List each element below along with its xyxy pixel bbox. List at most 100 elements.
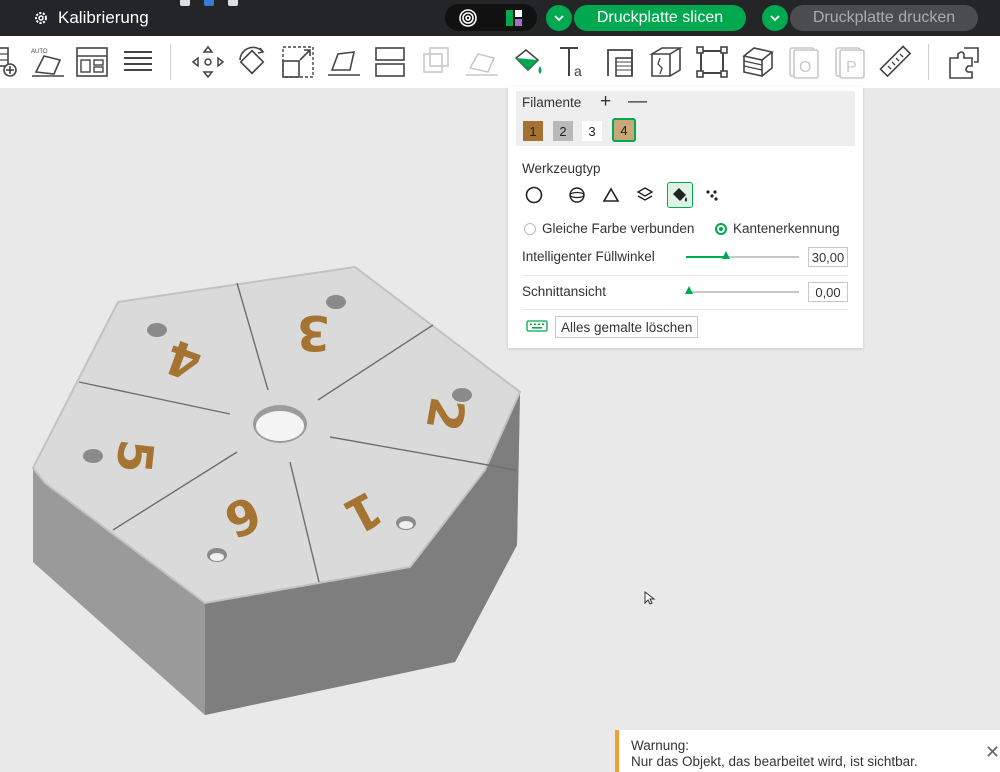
erase-all-button[interactable]: Alles gemalte löschen	[555, 316, 699, 338]
chevron-down-icon	[554, 15, 564, 22]
panel-divider	[522, 275, 847, 276]
window-icon[interactable]	[180, 0, 190, 6]
lay-on-face-icon	[328, 51, 360, 76]
warning-message: Nur das Objekt, das bearbeitet wird, ist…	[631, 754, 918, 769]
part-assembly-icon	[949, 47, 979, 79]
svg-text:a: a	[574, 63, 582, 79]
add-plate-icon	[0, 47, 17, 77]
ruler-tool[interactable]	[876, 42, 916, 82]
smart-fill-slider[interactable]	[686, 251, 799, 259]
keyboard-icon[interactable]	[526, 320, 548, 332]
auto-orient-icon: AUTO	[31, 49, 64, 77]
toolbar-separator	[170, 44, 171, 80]
layers-tool[interactable]	[118, 42, 158, 82]
spiral-icon	[459, 8, 477, 27]
plate-p-tool[interactable]: P	[830, 42, 870, 82]
split-tool[interactable]	[370, 42, 410, 82]
boolean-tool[interactable]	[416, 42, 456, 82]
top-bar: Kalibrierung Druckplatte slicen Druckpla…	[0, 0, 1000, 36]
remove-filament-button[interactable]: —	[628, 91, 647, 113]
color-paint-tool[interactable]	[508, 42, 548, 82]
svg-text:P: P	[846, 59, 857, 76]
chevron-down-icon	[770, 15, 780, 22]
layers-icon	[636, 187, 654, 201]
arrange-tool[interactable]	[72, 42, 112, 82]
list-icon	[124, 51, 152, 71]
boolean-icon	[423, 47, 449, 73]
project-title: Kalibrierung	[58, 8, 149, 27]
color-paint-icon	[514, 48, 542, 74]
plate-grid-icon	[506, 9, 522, 26]
slice-dropdown-button[interactable]	[546, 5, 572, 31]
toolbar-separator	[928, 44, 929, 80]
filament-section: Filamente + — 1 2 3 4	[516, 91, 855, 146]
filament-swatch-3[interactable]: 3	[582, 121, 602, 141]
auto-orient-tool[interactable]: AUTO	[28, 42, 68, 82]
plate-p-icon: P	[835, 47, 865, 79]
fill-tool-active[interactable]	[667, 182, 693, 208]
section-view-slider[interactable]	[685, 286, 799, 294]
main-toolbar: AUTO a O P	[0, 36, 1000, 89]
measure-box-tool[interactable]	[692, 42, 732, 82]
tooltype-title: Werkzeugtyp	[522, 161, 601, 176]
rotate-tool[interactable]	[232, 42, 272, 82]
plate-o-tool[interactable]: O	[784, 42, 824, 82]
support-paint-icon	[466, 53, 498, 76]
move-icon	[191, 45, 225, 79]
panel-divider	[522, 309, 847, 310]
filament-swatch-2[interactable]: 2	[553, 121, 573, 141]
share-icon[interactable]	[204, 0, 214, 6]
filament-swatch-4-selected[interactable]: 4	[612, 118, 636, 142]
prepare-toggle[interactable]	[499, 7, 529, 29]
move-tool[interactable]	[188, 42, 228, 82]
filament-swatch-1[interactable]: 1	[523, 121, 543, 141]
sphere-tool[interactable]	[565, 183, 589, 207]
warning-title: Warnung:	[631, 738, 690, 753]
window-icons	[180, 0, 238, 6]
text-tool[interactable]: a	[554, 42, 594, 82]
color-painting-panel: Filamente + — 1 2 3 4 Werkzeugtyp Gleich…	[508, 87, 863, 348]
preview-toggle[interactable]	[453, 7, 483, 29]
same-color-option[interactable]: Gleiche Farbe verbunden	[524, 221, 694, 236]
same-color-radio[interactable]	[524, 222, 536, 235]
plate-o-icon: O	[789, 47, 819, 79]
height-range-tool[interactable]	[633, 183, 657, 207]
print-dropdown-button[interactable]	[762, 5, 788, 31]
edge-detection-option[interactable]: Kantenerkennung	[715, 221, 840, 236]
edge-detection-radio[interactable]	[715, 222, 727, 235]
smart-fill-slider-thumb[interactable]	[721, 251, 730, 259]
swatch-label: 4	[620, 122, 628, 138]
scale-tool[interactable]	[278, 42, 318, 82]
circle-tool[interactable]	[522, 183, 546, 207]
close-icon[interactable]: ✕	[985, 742, 1000, 763]
triangle-icon	[602, 187, 620, 202]
measure-box-icon	[696, 46, 728, 78]
smart-fill-value-input[interactable]: 30,00	[808, 247, 848, 267]
project-tab[interactable]: Kalibrierung	[34, 7, 149, 29]
add-filament-button[interactable]: +	[600, 91, 611, 113]
section-view-slider-thumb[interactable]	[685, 286, 694, 294]
edge-detection-label: Kantenerkennung	[733, 221, 840, 236]
lay-on-face-tool[interactable]	[324, 42, 364, 82]
sphere-icon	[569, 187, 585, 203]
fill-bucket-icon	[673, 188, 687, 202]
section-view-value-input[interactable]: 0,00	[808, 282, 848, 302]
print-plate-button[interactable]: Druckplatte drucken	[790, 5, 978, 31]
seam-icon	[607, 49, 633, 77]
filaments-title: Filamente	[522, 95, 582, 110]
rotate-icon	[239, 46, 265, 75]
triangle-tool[interactable]	[599, 183, 623, 207]
cut-tool[interactable]	[646, 42, 686, 82]
section-view-label: Schnittansicht	[522, 284, 607, 299]
smart-fill-slider-fill	[686, 256, 726, 258]
support-paint-tool[interactable]	[462, 42, 502, 82]
swatch-label: 2	[559, 123, 567, 139]
seam-tool[interactable]	[600, 42, 640, 82]
gap-fill-tool[interactable]	[700, 183, 724, 207]
slice-plate-button[interactable]: Druckplatte slicen	[574, 5, 746, 31]
swatch-label: 3	[588, 123, 596, 139]
variable-layer-tool[interactable]	[738, 42, 778, 82]
assembly-tool[interactable]	[944, 42, 984, 82]
gap-fill-icon	[706, 190, 718, 201]
menu-icon[interactable]	[228, 0, 238, 6]
